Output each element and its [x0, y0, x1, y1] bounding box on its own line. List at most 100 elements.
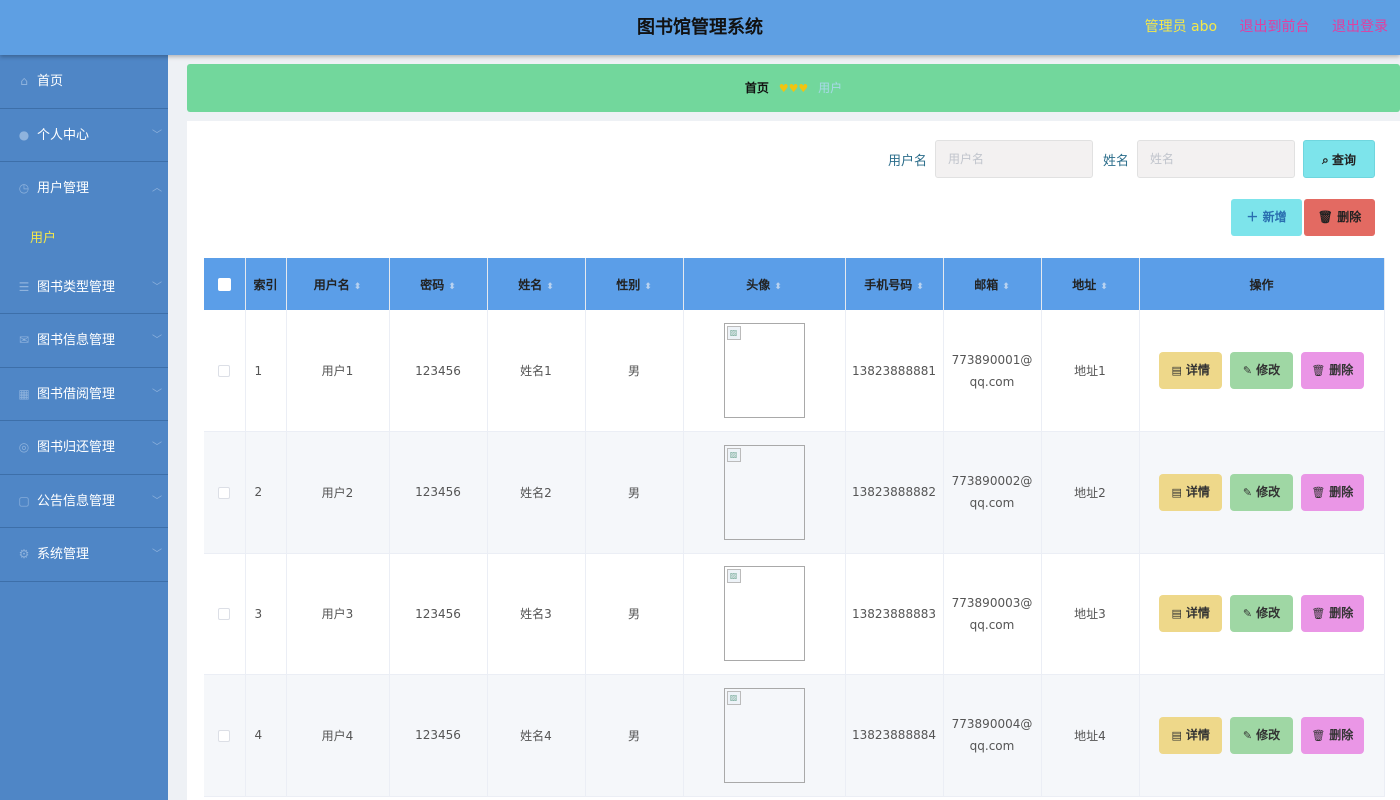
- cell-operations: ▤ 详情 ✎ 修改 🗑︎ 删除: [1139, 431, 1385, 554]
- email-text: 773890001@qq.com: [951, 352, 1033, 389]
- name-label: 姓名: [1102, 153, 1129, 169]
- logout-link[interactable]: 退出登录: [1332, 19, 1388, 35]
- sort-icon[interactable]: ⬍: [916, 282, 924, 292]
- column-header-name[interactable]: 姓名 ⬍: [487, 258, 586, 310]
- query-button[interactable]: ⌕ 查询: [1303, 140, 1375, 178]
- name-search-input[interactable]: [1137, 140, 1295, 178]
- sidebar-item-book-borrow[interactable]: ▦ 图书借阅管理 ﹀: [0, 368, 168, 421]
- document-icon: ▤: [1171, 607, 1182, 621]
- detail-button-label: 详情: [1185, 606, 1210, 621]
- sort-icon[interactable]: ⬍: [448, 282, 456, 292]
- batch-delete-button[interactable]: 🗑︎ 删除: [1304, 199, 1375, 236]
- detail-button[interactable]: ▤ 详情: [1159, 716, 1223, 754]
- column-header-avatar[interactable]: 头像 ⬍: [683, 258, 846, 310]
- sidebar-item-personal-center[interactable]: ● 个人中心 ﹀: [0, 109, 168, 162]
- cell-avatar: ▨: [683, 310, 846, 432]
- column-header-email[interactable]: 邮箱 ⬍: [943, 258, 1042, 310]
- query-button-label: 查询: [1332, 152, 1357, 167]
- chevron-up-icon: ︿: [152, 183, 162, 194]
- column-header-password[interactable]: 密码 ⬍: [389, 258, 488, 310]
- sidebar-item-book-type[interactable]: ☰ 图书类型管理 ﹀: [0, 261, 168, 314]
- table-row: 1 用户1 123456 姓名1 男 ▨ 13823888881 7738900…: [204, 310, 1385, 432]
- cell-address: 地址1: [1041, 310, 1140, 432]
- action-bar: ＋ 新增 🗑︎ 删除: [1231, 199, 1375, 236]
- edit-button[interactable]: ✎ 修改: [1230, 716, 1293, 754]
- sidebar-item-notice[interactable]: ▢ 公告信息管理 ﹀: [0, 475, 168, 528]
- sidebar-item-book-return[interactable]: ◎ 图书归还管理 ﹀: [0, 421, 168, 475]
- sort-icon[interactable]: ⬍: [644, 282, 652, 292]
- sort-icon[interactable]: ⬍: [1100, 282, 1108, 292]
- select-all-checkbox[interactable]: [217, 278, 231, 291]
- sidebar-item-book-info[interactable]: ✉ 图书信息管理 ﹀: [0, 314, 168, 368]
- sidebar-item-home[interactable]: ⌂ 首页: [0, 55, 168, 109]
- sidebar-item-label: 图书归还管理: [37, 440, 116, 455]
- cell-index: 2: [245, 431, 287, 554]
- detail-button[interactable]: ▤ 详情: [1159, 473, 1223, 511]
- chevron-down-icon: ﹀: [152, 129, 162, 141]
- delete-button[interactable]: 🗑︎ 删除: [1300, 473, 1364, 511]
- column-header-address[interactable]: 地址 ⬍: [1041, 258, 1140, 310]
- sidebar-item-label: 图书借阅管理: [37, 386, 116, 402]
- edit-button-label: 修改: [1256, 484, 1281, 499]
- detail-button[interactable]: ▤ 详情: [1159, 595, 1223, 633]
- cell-avatar: ▨: [683, 553, 846, 675]
- cell-username: 用户3: [286, 553, 390, 675]
- row-checkbox[interactable]: [218, 729, 231, 742]
- cell-gender: 男: [585, 310, 684, 432]
- detail-button-label: 详情: [1185, 363, 1210, 377]
- name-header-label: 姓名: [518, 277, 543, 292]
- submenu-item-user[interactable]: 用户: [0, 216, 168, 261]
- detail-button[interactable]: ▤ 详情: [1159, 352, 1223, 389]
- trash-icon: 🗑︎: [1311, 364, 1326, 377]
- cell-operations: ▤ 详情 ✎ 修改 🗑︎ 删除: [1139, 310, 1385, 432]
- username-search-input[interactable]: [934, 140, 1093, 178]
- delete-button[interactable]: 🗑︎ 删除: [1300, 595, 1364, 633]
- delete-button-label: 删除: [1329, 727, 1354, 742]
- column-header-gender[interactable]: 性别 ⬍: [585, 258, 684, 310]
- chevron-down-icon: ﹀: [152, 388, 162, 400]
- sort-icon[interactable]: ⬍: [1002, 282, 1010, 292]
- sidebar-item-user-management[interactable]: ◷ 用户管理 ︿: [0, 162, 168, 216]
- message-icon: ▢: [18, 493, 30, 508]
- edit-button[interactable]: ✎ 修改: [1230, 473, 1293, 511]
- user-icon: ●: [18, 127, 30, 142]
- row-checkbox[interactable]: [218, 365, 231, 377]
- cell-phone: 13823888884: [845, 674, 944, 797]
- broken-image-icon: ▨: [726, 690, 741, 705]
- cell-email: 773890004@qq.com: [943, 674, 1042, 797]
- exit-to-front-link[interactable]: 退出到前台: [1240, 19, 1310, 35]
- edit-button[interactable]: ✎ 修改: [1230, 595, 1293, 633]
- row-checkbox[interactable]: [218, 486, 231, 499]
- batch-delete-label: 删除: [1337, 210, 1362, 224]
- cell-operations: ▤ 详情 ✎ 修改 🗑︎ 删除: [1139, 553, 1385, 675]
- trash-icon: 🗑︎: [1311, 728, 1326, 742]
- sidebar-item-system[interactable]: ⚙ 系统管理 ﹀: [0, 528, 168, 582]
- sort-icon[interactable]: ⬍: [354, 282, 362, 292]
- edit-button[interactable]: ✎ 修改: [1230, 352, 1293, 389]
- sidebar-item-label: 首页: [37, 74, 64, 89]
- compass-icon: ◎: [18, 440, 30, 454]
- breadcrumb-home[interactable]: 首页: [745, 81, 769, 95]
- sidebar: ⌂ 首页 ● 个人中心 ﹀ ◷ 用户管理 ︿ 用户 ☰ 图书类型管理 ﹀ ✉ 图…: [0, 55, 168, 800]
- breadcrumb-current: 用户: [818, 81, 843, 95]
- password-header-label: 密码: [420, 277, 445, 292]
- cell-password: 123456: [389, 553, 488, 675]
- column-header-phone[interactable]: 手机号码 ⬍: [845, 258, 944, 310]
- email-text: 773890003@qq.com: [951, 595, 1033, 632]
- delete-button[interactable]: 🗑︎ 删除: [1300, 352, 1364, 389]
- table-header-row: 索引 用户名 ⬍ 密码 ⬍ 姓名 ⬍ 性别 ⬍ 头像 ⬍ 手机号码 ⬍ 邮箱 ⬍ 地址 ⬍ 操作: [204, 258, 1385, 310]
- add-button[interactable]: ＋ 新增: [1231, 199, 1302, 236]
- mail-icon: ✉: [18, 333, 30, 347]
- delete-button[interactable]: 🗑︎ 删除: [1300, 716, 1364, 754]
- sort-icon[interactable]: ⬍: [546, 282, 554, 292]
- cell-phone: 13823888881: [845, 310, 944, 432]
- sort-icon[interactable]: ⬍: [774, 282, 782, 292]
- cell-gender: 男: [585, 553, 684, 675]
- table-row: 4 用户4 123456 姓名4 男 ▨ 13823888884 7738900…: [204, 674, 1385, 797]
- main-content: 首页 ♥♥♥ 用户 用户名 姓名 ⌕ 查询 ＋ 新增 🗑︎ 删除 索引 用户名 ⬍: [168, 55, 1400, 800]
- row-select-cell: [204, 431, 246, 554]
- column-header-username[interactable]: 用户名 ⬍: [286, 258, 390, 310]
- delete-button-label: 删除: [1329, 363, 1354, 377]
- sidebar-item-label: 系统管理: [37, 547, 90, 562]
- row-checkbox[interactable]: [218, 608, 231, 621]
